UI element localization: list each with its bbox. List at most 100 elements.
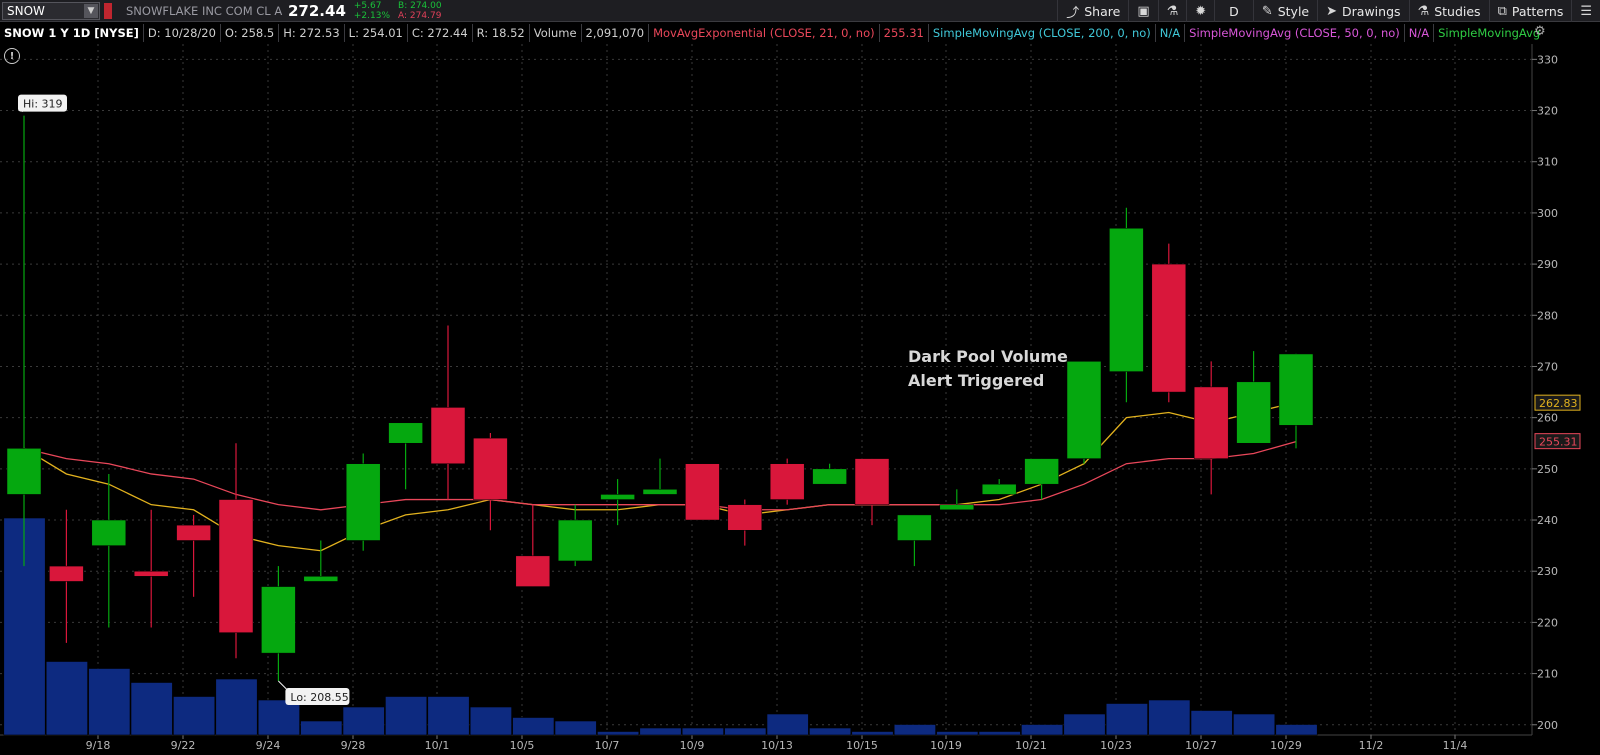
lo-callout-text: Lo: 208.55 [290, 691, 348, 704]
candle [854, 458, 890, 526]
x-tick-label: 10/1 [425, 739, 450, 752]
candle [303, 540, 339, 582]
volume-bar [1190, 710, 1233, 736]
volume-bar [1105, 703, 1148, 736]
candle [812, 463, 847, 485]
x-tick-label: 9/28 [341, 739, 366, 752]
alert-text-line1: Dark Pool Volume [908, 347, 1068, 366]
candle-body [600, 494, 635, 500]
candle-body [6, 448, 42, 495]
volume-bar [469, 706, 512, 736]
volume-bar [639, 727, 682, 736]
candle [1066, 361, 1102, 464]
candle [557, 504, 593, 567]
candle [91, 473, 127, 628]
candle-body [1193, 386, 1229, 459]
candle-body [727, 504, 763, 531]
volume-bar [427, 696, 470, 736]
lo-callout-pointer [278, 680, 287, 690]
candle [261, 566, 296, 681]
candle [515, 504, 551, 587]
candles [6, 115, 1314, 681]
y-tick-label: 240 [1537, 514, 1558, 527]
candle [345, 453, 381, 551]
volume-bar [300, 720, 343, 736]
candle [1024, 458, 1059, 500]
candle [473, 433, 508, 531]
price-label-text: 262.83 [1539, 397, 1578, 410]
x-tick-label: 9/24 [256, 739, 281, 752]
volume-bar [936, 731, 979, 736]
price-chart[interactable]: 200 210 220 230 240 250 260 270 280 290 300 310 320 3… [0, 0, 1600, 755]
candle [769, 458, 805, 505]
volume-bar [851, 731, 894, 736]
x-tick-label: 10/9 [680, 739, 705, 752]
candle-body [854, 458, 890, 505]
candle-body [897, 514, 932, 541]
candle [727, 499, 763, 546]
volume-bar [893, 724, 936, 736]
candle [642, 458, 678, 495]
candle-body [1236, 381, 1271, 444]
volume-bar [1275, 724, 1318, 736]
candle-body [1024, 458, 1059, 485]
price-axis-panel [1532, 44, 1600, 735]
candle-body [91, 519, 127, 546]
y-tick-label: 230 [1537, 565, 1558, 578]
x-tick-label: 10/15 [846, 739, 878, 752]
y-tick-label: 200 [1537, 719, 1558, 732]
candle [6, 115, 42, 567]
volume-bar [978, 731, 1021, 736]
candle-body [812, 468, 847, 485]
volume-bar [257, 699, 300, 736]
x-tick-label: 11/4 [1443, 739, 1468, 752]
x-tick-label: 10/27 [1185, 739, 1217, 752]
alert-text-line2: Alert Triggered [908, 371, 1044, 390]
y-tick-label: 300 [1537, 207, 1558, 220]
volume-bar [385, 696, 428, 736]
candle-body [303, 576, 339, 582]
x-tick-label: 9/22 [171, 739, 196, 752]
candle-body [176, 524, 211, 541]
volume-bar [215, 678, 258, 736]
candle-body [685, 463, 720, 521]
candle-body [1278, 353, 1314, 426]
volume-bar [1021, 724, 1064, 736]
candle [1278, 353, 1314, 449]
y-tick-label: 260 [1537, 412, 1558, 425]
volume-bar [1148, 699, 1191, 736]
candle [388, 422, 423, 490]
candle-body [49, 565, 84, 582]
candle-body [133, 570, 169, 577]
volume-bar [88, 668, 131, 736]
y-tick-label: 250 [1537, 463, 1558, 476]
candle-body [345, 463, 381, 541]
y-tick-label: 270 [1537, 360, 1558, 373]
y-tick-label: 280 [1537, 309, 1558, 322]
candle [939, 489, 975, 511]
volume-bar [342, 706, 385, 736]
candle-body [557, 519, 593, 562]
candle [218, 443, 254, 659]
candle [133, 509, 169, 628]
candle-body [642, 489, 678, 495]
candle [1236, 351, 1271, 444]
x-tick-label: 10/19 [930, 739, 962, 752]
x-tick-label: 11/2 [1359, 739, 1384, 752]
hi-callout-text: Hi: 319 [23, 98, 63, 111]
candle-body [1151, 263, 1187, 393]
x-tick-label: 10/29 [1270, 739, 1302, 752]
candle-body [261, 586, 296, 654]
candle [600, 479, 635, 526]
candle [430, 325, 466, 500]
candle-body [1109, 228, 1144, 372]
y-tick-label: 310 [1537, 156, 1558, 169]
x-tick-label: 10/23 [1100, 739, 1132, 752]
candle-body [939, 504, 975, 511]
candle [1109, 207, 1144, 403]
candle [1193, 361, 1229, 495]
volume-bar [173, 696, 216, 736]
candle [1151, 243, 1187, 403]
candle [176, 514, 211, 597]
y-tick-label: 330 [1537, 53, 1558, 66]
